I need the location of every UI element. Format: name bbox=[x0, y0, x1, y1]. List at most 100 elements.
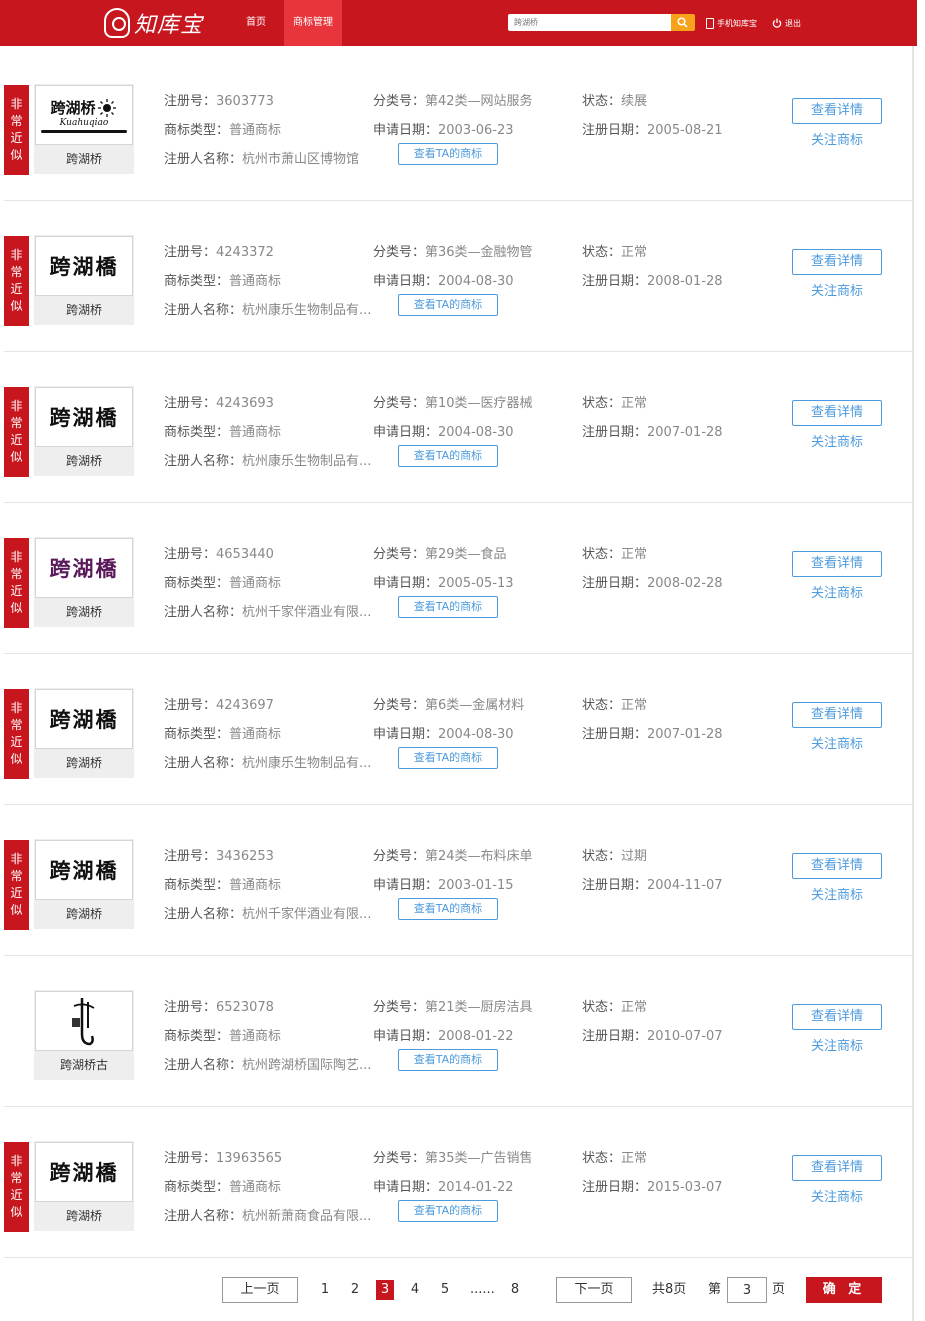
trademark-logo-card[interactable]: 跨湖橋 跨湖桥 bbox=[34, 839, 134, 929]
top-nav-bar: 知库宝 首页 商标管理 手机知库宝 退出 bbox=[0, 0, 917, 46]
view-details-button[interactable]: 查看详情 bbox=[792, 853, 882, 879]
view-owner-trademarks-button[interactable]: 查看TA的商标 bbox=[398, 747, 498, 769]
view-owner-trademarks-button[interactable]: 查看TA的商标 bbox=[398, 1049, 498, 1071]
trademark-image[interactable]: 跨湖橋 bbox=[35, 1142, 133, 1202]
view-owner-trademarks-button[interactable]: 查看TA的商标 bbox=[398, 445, 498, 467]
follow-trademark-link[interactable]: 关注商标 bbox=[792, 431, 882, 450]
view-details-button[interactable]: 查看详情 bbox=[792, 400, 882, 426]
status-value: 过期 bbox=[621, 849, 648, 864]
page-number[interactable]: 1 bbox=[316, 1280, 334, 1300]
badge-char: 非 bbox=[10, 550, 23, 564]
status-label: 状态： bbox=[582, 245, 622, 260]
owner-field: 注册人名称：杭州千家伴酒业有限... bbox=[164, 601, 371, 620]
badge-char: 非 bbox=[10, 97, 23, 111]
view-details-button[interactable]: 查看详情 bbox=[792, 551, 882, 577]
view-details-button[interactable]: 查看详情 bbox=[792, 702, 882, 728]
goto-prefix: 第 bbox=[708, 1282, 722, 1297]
trademark-row: 非常近似跨湖橋 跨湖桥 注册号：4243693 分类号：第10类—医疗器械 状态：正常商… bbox=[4, 352, 912, 503]
follow-trademark-link[interactable]: 关注商标 bbox=[792, 129, 882, 148]
total-pages-label: 共8页 bbox=[652, 1282, 687, 1297]
trademark-logo-card[interactable]: 跨湖橋 跨湖桥 bbox=[34, 386, 134, 476]
view-owner-trademarks-button[interactable]: 查看TA的商标 bbox=[398, 1200, 498, 1222]
view-details-button[interactable]: 查看详情 bbox=[792, 1004, 882, 1030]
search-button[interactable] bbox=[671, 14, 695, 31]
logo-brush-stroke bbox=[41, 130, 127, 133]
trademark-image[interactable]: 跨湖橋 bbox=[35, 236, 133, 296]
trademark-image[interactable]: 跨湖橋 bbox=[35, 387, 133, 447]
follow-trademark-link[interactable]: 关注商标 bbox=[792, 280, 882, 299]
trademark-image[interactable]: 跨湖橋 bbox=[35, 840, 133, 900]
status-label: 状态： bbox=[582, 1000, 622, 1015]
view-details-button[interactable]: 查看详情 bbox=[792, 249, 882, 275]
logo-text: 跨湖橋 bbox=[49, 1160, 119, 1185]
follow-trademark-link[interactable]: 关注商标 bbox=[792, 733, 882, 752]
type-field: 商标类型：普通商标 bbox=[164, 1025, 281, 1044]
trademark-name: 跨湖桥 bbox=[65, 152, 102, 166]
trademark-row: 非常近似跨湖橋 跨湖桥 注册号：4243697 分类号：第6类—金属材料 状态：正常 商标… bbox=[4, 654, 912, 805]
reg-no-value: 4243697 bbox=[216, 698, 274, 713]
trademark-logo-card[interactable]: 跨湖橋 跨湖桥 bbox=[34, 235, 134, 325]
trademark-logo-card[interactable]: 跨湖桥古 bbox=[34, 990, 134, 1080]
type-field: 商标类型：普通商标 bbox=[164, 270, 281, 289]
badge-char: 近 bbox=[10, 282, 23, 296]
type-field: 商标类型：普通商标 bbox=[164, 723, 281, 742]
apply-date-label: 申请日期： bbox=[373, 1180, 439, 1195]
similarity-badge: 非常近似 bbox=[4, 840, 29, 930]
goto-page-input[interactable] bbox=[727, 1277, 767, 1303]
class-field: 分类号：第29类—食品 bbox=[373, 543, 507, 562]
status-field: 状态：正常 bbox=[582, 543, 647, 562]
search-input[interactable] bbox=[508, 14, 671, 31]
view-owner-trademarks-button[interactable]: 查看TA的商标 bbox=[398, 596, 498, 618]
type-label: 商标类型： bbox=[164, 1180, 230, 1195]
trademark-logo-card[interactable]: 跨湖桥 Kuahuqiao 跨湖桥 bbox=[34, 84, 134, 174]
apply-date-label: 申请日期： bbox=[373, 727, 439, 742]
trademark-image[interactable] bbox=[35, 991, 133, 1051]
trademark-logo-card[interactable]: 跨湖橋 跨湖桥 bbox=[34, 688, 134, 778]
page-number[interactable]: 4 bbox=[406, 1280, 424, 1300]
trademark-image[interactable]: 跨湖橋 bbox=[35, 538, 133, 598]
reg-no-field: 注册号：3603773 bbox=[164, 90, 274, 109]
type-field: 商标类型：普通商标 bbox=[164, 119, 281, 138]
trademark-name: 跨湖桥 bbox=[65, 454, 102, 468]
reg-date-label: 注册日期： bbox=[582, 1029, 648, 1044]
view-details-button[interactable]: 查看详情 bbox=[792, 1155, 882, 1181]
type-label: 商标类型： bbox=[164, 1029, 230, 1044]
page-number[interactable]: 8 bbox=[506, 1280, 524, 1300]
follow-trademark-link[interactable]: 关注商标 bbox=[792, 1035, 882, 1054]
site-logo[interactable]: 知库宝 bbox=[104, 6, 203, 40]
confirm-button[interactable]: 确 定 bbox=[806, 1277, 882, 1303]
reg-date-value: 2007-01-28 bbox=[647, 425, 723, 440]
search-icon bbox=[677, 17, 688, 28]
trademark-image[interactable]: 跨湖橋 bbox=[35, 689, 133, 749]
follow-trademark-link[interactable]: 关注商标 bbox=[792, 582, 882, 601]
status-value: 正常 bbox=[621, 396, 648, 411]
view-owner-trademarks-button[interactable]: 查看TA的商标 bbox=[398, 294, 498, 316]
reg-date-field: 注册日期：2007-01-28 bbox=[582, 421, 723, 440]
prev-page-button[interactable]: 上一页 bbox=[222, 1277, 298, 1303]
owner-label: 注册人名称： bbox=[164, 303, 243, 318]
nav-home[interactable]: 首页 bbox=[234, 0, 278, 46]
logout-link[interactable]: 退出 bbox=[772, 16, 801, 30]
reg-no-field: 注册号：6523078 bbox=[164, 996, 274, 1015]
follow-trademark-link[interactable]: 关注商标 bbox=[792, 1186, 882, 1205]
view-owner-trademarks-button[interactable]: 查看TA的商标 bbox=[398, 143, 498, 165]
mobile-app-link[interactable]: 手机知库宝 bbox=[706, 16, 757, 30]
nav-trademark-management[interactable]: 商标管理 bbox=[284, 0, 342, 46]
current-page-number[interactable]: 3 bbox=[376, 1280, 394, 1300]
reg-date-value: 2005-08-21 bbox=[647, 123, 723, 138]
view-details-button[interactable]: 查看详情 bbox=[792, 98, 882, 124]
apply-date-value: 2004-08-30 bbox=[438, 274, 514, 289]
follow-trademark-link[interactable]: 关注商标 bbox=[792, 884, 882, 903]
view-owner-trademarks-button[interactable]: 查看TA的商标 bbox=[398, 898, 498, 920]
class-field: 分类号：第42类—网站服务 bbox=[373, 90, 533, 109]
trademark-image[interactable]: 跨湖桥 Kuahuqiao bbox=[35, 85, 133, 145]
trademark-logo-card[interactable]: 跨湖橋 跨湖桥 bbox=[34, 1141, 134, 1231]
trademark-logo-card[interactable]: 跨湖橋 跨湖桥 bbox=[34, 537, 134, 627]
page-number[interactable]: 5 bbox=[436, 1280, 454, 1300]
badge-char: 近 bbox=[10, 131, 23, 145]
status-field: 状态：正常 bbox=[582, 694, 647, 713]
reg-no-value: 4243693 bbox=[216, 396, 274, 411]
page-number[interactable]: 2 bbox=[346, 1280, 364, 1300]
class-label: 分类号： bbox=[373, 547, 426, 562]
next-page-button[interactable]: 下一页 bbox=[556, 1277, 632, 1303]
